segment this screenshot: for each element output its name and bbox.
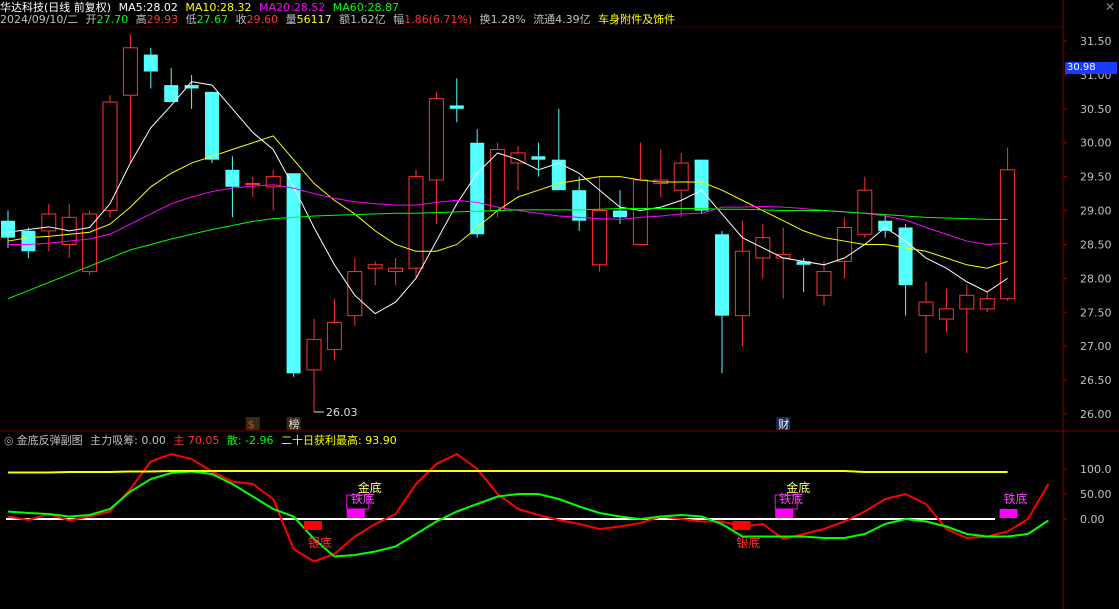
candle-body-up <box>836 227 852 262</box>
silver-bottom-box <box>732 521 751 530</box>
silver-bottom-box <box>304 521 322 530</box>
event-marker: $ <box>248 418 255 431</box>
candle-body-up <box>306 338 322 371</box>
event-marker: 榜 <box>289 417 300 431</box>
candle-body-down <box>205 91 219 160</box>
candle-body-up <box>347 271 363 317</box>
iron-bottom-box <box>775 509 794 518</box>
candle-body-up <box>959 294 975 310</box>
candle-body-down <box>286 173 301 374</box>
candle-body-up <box>367 264 383 269</box>
price-axis-label: 30.00 <box>1080 137 1112 150</box>
candle-body-up <box>490 149 506 212</box>
candle-body-down <box>572 190 587 221</box>
current-price-tag: 30.98 <box>1065 62 1117 74</box>
price-axis-label: 28.50 <box>1080 238 1112 251</box>
candle-body-down <box>694 159 709 211</box>
price-axis-label: 30.50 <box>1080 103 1112 116</box>
candle-body-down <box>21 230 36 252</box>
indicator-line-2 <box>8 470 1008 474</box>
iron-bottom-box <box>999 509 1018 518</box>
candle-body-down <box>613 210 627 218</box>
iron-bottom-label: 铁底 <box>351 491 375 506</box>
candle-body-up <box>816 271 832 296</box>
iron-bottom-box <box>346 509 365 518</box>
candle-body-up <box>1000 169 1016 300</box>
candle-body-up <box>408 176 424 269</box>
min-price-label: 26.03 <box>326 406 358 419</box>
candle-body-up <box>428 98 444 181</box>
silver-bottom-label: 银底 <box>308 535 332 550</box>
candle-body-up <box>245 182 261 185</box>
iron-bottom-label: 铁底 <box>1004 491 1028 506</box>
silver-bottom-label: 银底 <box>736 535 760 550</box>
candle-body-up <box>632 179 648 245</box>
price-axis-label: 29.00 <box>1080 205 1112 218</box>
candle-body-down <box>470 142 485 235</box>
indicator-line-1 <box>7 470 1049 558</box>
iron-bottom-label: 铁底 <box>779 491 803 506</box>
candle-body-down <box>898 227 913 286</box>
candle-body-up <box>82 213 98 273</box>
price-axis-label: 28.00 <box>1080 272 1112 285</box>
candle-body-up <box>41 213 57 232</box>
indicator-axis-label: 50.00 <box>1080 488 1112 501</box>
indicator-axis-label: 0.00 <box>1080 513 1105 526</box>
candle-body-down <box>715 234 729 316</box>
candle-body-up <box>857 189 873 235</box>
candle-body-down <box>143 54 158 72</box>
candle-body-down <box>225 169 240 187</box>
candle-body-down <box>1 220 15 238</box>
candle-body-down <box>449 105 464 109</box>
price-axis-label: 31.50 <box>1080 35 1112 48</box>
chart-canvas[interactable]: 31.5031.0030.5030.0029.5029.0028.5028.00… <box>0 0 1119 609</box>
candle-body-up <box>326 321 342 351</box>
candle-body-up <box>734 250 750 317</box>
price-axis-label: 29.50 <box>1080 171 1112 184</box>
price-axis-label: 26.00 <box>1080 408 1112 421</box>
price-axis-label: 27.00 <box>1080 340 1112 353</box>
candle-body-down <box>531 156 546 160</box>
event-marker: 财 <box>778 417 789 431</box>
price-axis-label: 27.50 <box>1080 306 1112 319</box>
price-axis-label: 26.50 <box>1080 374 1112 387</box>
candle-body-up <box>673 162 689 191</box>
candle-body-up <box>122 47 138 96</box>
candle-body-up <box>388 267 404 273</box>
candles-group <box>1 34 1016 412</box>
indicator-axis-label: 100.0 <box>1080 463 1112 476</box>
candle-body-up <box>979 298 995 310</box>
candle-body-up <box>938 308 954 320</box>
candle-body-up <box>918 301 934 317</box>
candle-body-down <box>878 220 893 231</box>
